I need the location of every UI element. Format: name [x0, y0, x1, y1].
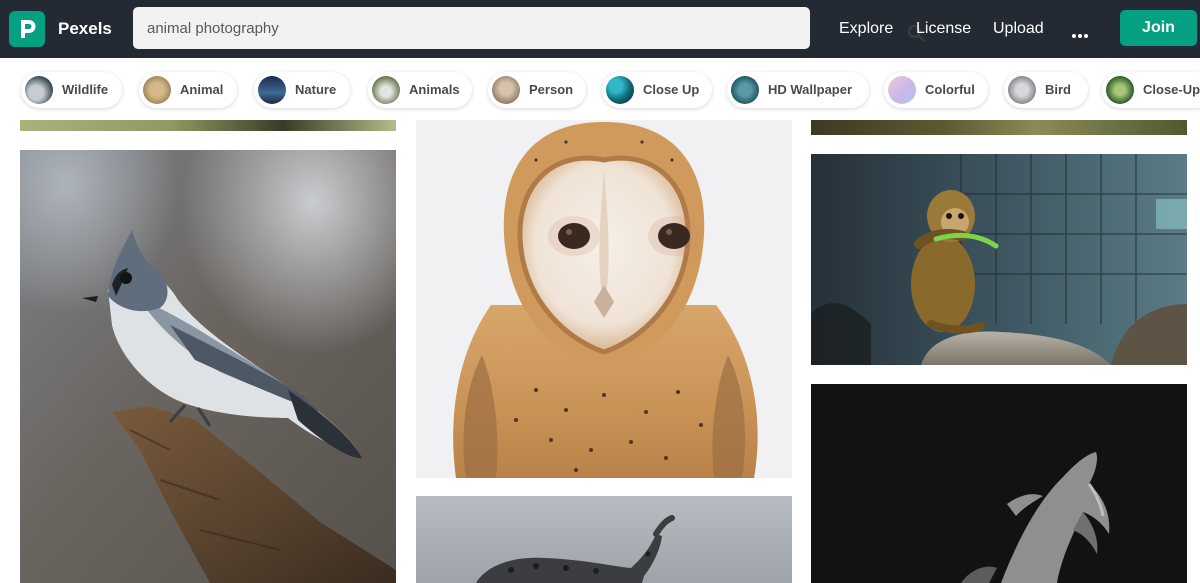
tag-chip-hd-wallpaper[interactable]: HD Wallpaper: [727, 72, 869, 108]
photo-card-titmouse[interactable]: [20, 150, 396, 583]
tag-thumbnail: [143, 76, 171, 104]
nav-license[interactable]: License: [916, 20, 971, 38]
tag-thumbnail: [731, 76, 759, 104]
nav-upload[interactable]: Upload: [993, 20, 1044, 38]
tag-thumbnail: [25, 76, 53, 104]
tag-label: HD Wallpaper: [768, 82, 853, 97]
tag-chip-nature[interactable]: Nature: [254, 72, 350, 108]
tag-chip-colorful[interactable]: Colorful: [884, 72, 988, 108]
photo-card-dolphin[interactable]: [811, 384, 1187, 583]
photo-card-leopard[interactable]: [416, 496, 792, 583]
tag-label: Animal: [180, 82, 224, 97]
join-button[interactable]: Join: [1120, 10, 1197, 46]
tag-label: Animals: [409, 82, 460, 97]
top-navigation-bar: Pexels Explore License Upload Join: [0, 0, 1200, 58]
search-input[interactable]: [147, 17, 747, 39]
tag-label: Close-Up: [1143, 82, 1200, 97]
tag-chip-person[interactable]: Person: [488, 72, 586, 108]
tag-chip-animal[interactable]: Animal: [139, 72, 237, 108]
nav-explore[interactable]: Explore: [839, 20, 893, 38]
tag-chip-animals[interactable]: Animals: [368, 72, 472, 108]
tag-label: Person: [529, 82, 574, 97]
search-bar: [133, 7, 925, 49]
related-tags-row: Wildlife Animal Nature Animals Person Cl…: [0, 58, 1200, 120]
photo-card[interactable]: [20, 120, 396, 131]
tag-thumbnail: [372, 76, 400, 104]
tag-label: Wildlife: [62, 82, 109, 97]
ellipsis-icon[interactable]: [1071, 26, 1089, 44]
tag-chip-bird[interactable]: Bird: [1004, 72, 1088, 108]
photo-card-monkey[interactable]: [811, 154, 1187, 365]
brand-name[interactable]: Pexels: [58, 19, 112, 39]
photo-card-barn-owl[interactable]: [416, 120, 792, 478]
tag-thumbnail: [606, 76, 634, 104]
tag-chip-wildlife[interactable]: Wildlife: [21, 72, 122, 108]
tag-label: Colorful: [925, 82, 975, 97]
tag-thumbnail: [1106, 76, 1134, 104]
tag-chip-close-up[interactable]: Close Up: [602, 72, 712, 108]
tag-thumbnail: [888, 76, 916, 104]
tag-label: Bird: [1045, 82, 1071, 97]
tag-thumbnail: [258, 76, 286, 104]
tag-label: Nature: [295, 82, 337, 97]
photo-card[interactable]: [811, 120, 1187, 135]
tag-thumbnail: [492, 76, 520, 104]
pexels-logo-icon[interactable]: [9, 11, 45, 47]
tag-thumbnail: [1008, 76, 1036, 104]
tag-label: Close Up: [643, 82, 700, 97]
tag-chip-close-up-2[interactable]: Close-Up: [1102, 72, 1200, 108]
